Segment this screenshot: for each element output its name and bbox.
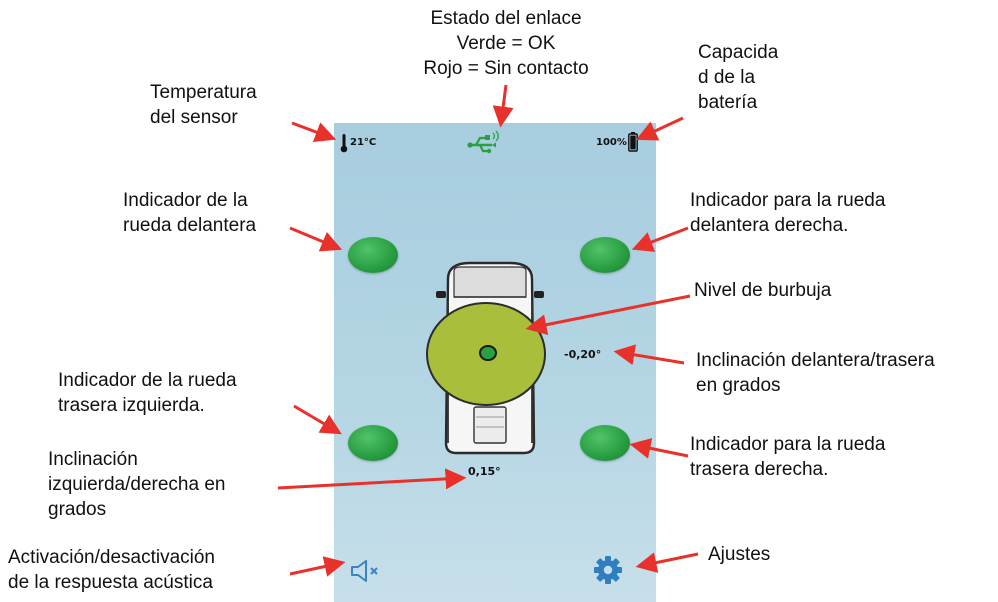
front-rear-tilt-line2: en grados <box>696 375 781 396</box>
sound-toggle-line2: de la respuesta acústica <box>8 572 213 593</box>
front-left-line1: Indicador de la <box>123 190 248 211</box>
gear-icon[interactable] <box>593 555 623 590</box>
front-right-line2: delantera derecha. <box>690 215 849 236</box>
link-status-line3: Rojo = Sin contacto <box>423 58 589 79</box>
front-right-wheel-annotation: Indicador para la rueda delantera derech… <box>690 188 885 238</box>
link-status-annotation: Estado del enlace Verde = OK Rojo = Sin … <box>400 6 612 81</box>
link-status-line2: Verde = OK <box>456 33 556 54</box>
rear-right-line2: trasera derecha. <box>690 459 829 480</box>
rear-left-wheel-annotation: Indicador de la rueda trasera izquierda. <box>58 368 237 418</box>
bubble-level-annotation: Nivel de burbuja <box>694 280 832 301</box>
arrow-front-left-wheel <box>289 226 343 252</box>
sensor-temperature-annotation: Temperatura del sensor <box>150 80 257 130</box>
rear-right-wheel-annotation: Indicador para la rueda trasera derecha. <box>690 432 885 482</box>
front-rear-tilt-value: -0,20° <box>564 348 602 361</box>
arrow-rear-left-wheel <box>293 404 342 435</box>
left-right-tilt-line3: grados <box>48 499 107 520</box>
front-left-wheel-indicator <box>348 237 398 273</box>
rear-left-wheel-indicator <box>348 425 398 461</box>
left-right-tilt-line2: izquierda/derecha en <box>48 474 226 495</box>
battery-line1: Capacida <box>698 42 779 63</box>
temperature-value: 21°C <box>350 137 377 148</box>
rear-left-line1: Indicador de la rueda <box>58 370 237 391</box>
front-rear-tilt-annotation: Inclinación delantera/trasera en grados <box>696 348 935 398</box>
rear-left-line2: trasera izquierda. <box>58 395 205 416</box>
rear-right-wheel-indicator <box>580 425 630 461</box>
sound-toggle-line1: Activación/desactivación <box>8 547 215 568</box>
front-left-line2: rueda delantera <box>123 215 257 236</box>
thermometer-icon <box>340 133 348 158</box>
app-screen: 21°C 100% -0,20° 0,15° <box>334 123 656 602</box>
battery-line2: d de la <box>698 67 756 88</box>
sound-toggle-annotation: Activación/desactivación de la respuesta… <box>8 545 215 595</box>
arrow-sensor-temperature <box>291 121 337 143</box>
front-right-wheel-indicator <box>580 237 630 273</box>
left-right-tilt-line1: Inclinación <box>48 449 138 470</box>
battery-icon <box>628 132 638 157</box>
usb-link-icon <box>466 129 500 160</box>
arrow-link-status <box>492 84 514 128</box>
speaker-muted-icon[interactable] <box>350 560 386 587</box>
battery-line3: batería <box>698 92 758 113</box>
front-rear-tilt-line1: Inclinación delantera/trasera <box>696 350 935 371</box>
settings-annotation: Ajustes <box>708 544 771 565</box>
rear-right-line1: Indicador para la rueda <box>690 434 886 455</box>
link-status-line1: Estado del enlace <box>430 8 582 29</box>
sensor-temp-line1: Temperatura <box>150 82 257 103</box>
battery-value: 100% <box>596 137 627 148</box>
bubble-level <box>425 301 547 412</box>
front-left-wheel-annotation: Indicador de la rueda delantera <box>123 188 256 238</box>
sensor-temp-line2: del sensor <box>150 107 238 128</box>
left-right-tilt-value: 0,15° <box>468 465 501 478</box>
battery-annotation: Capacida d de la batería <box>698 40 778 132</box>
left-right-tilt-annotation: Inclinación izquierda/derecha en grados <box>48 447 225 522</box>
front-right-line1: Indicador para la rueda <box>690 190 886 211</box>
